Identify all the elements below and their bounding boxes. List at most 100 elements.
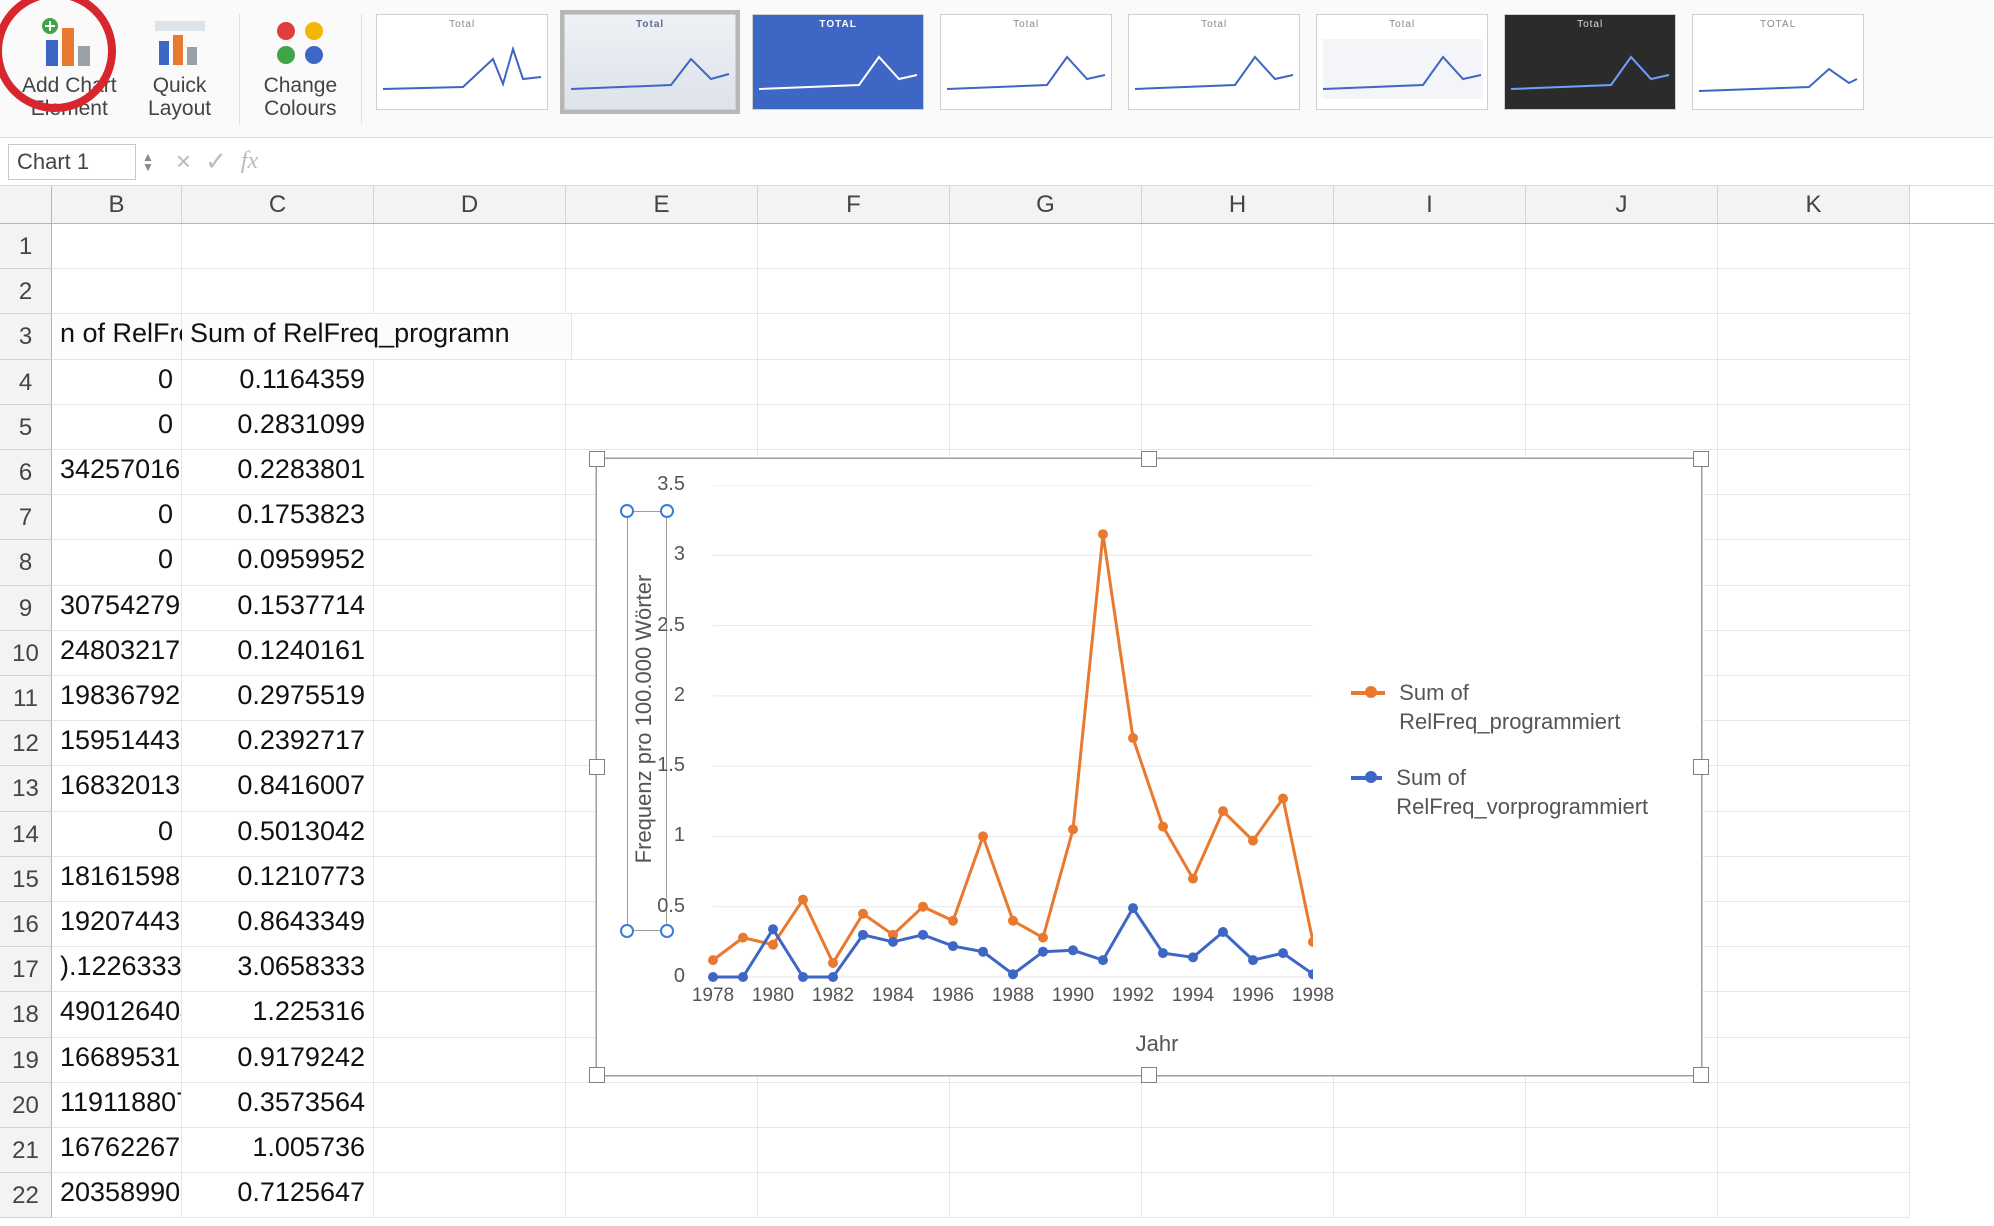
quick-layout-button[interactable]: Quick Layout — [135, 10, 225, 130]
cell[interactable]: 159514438 — [52, 721, 182, 766]
cell[interactable] — [1334, 1173, 1526, 1218]
cell[interactable]: 248032175 — [52, 631, 182, 676]
cell[interactable]: 192074433 — [52, 902, 182, 947]
resize-handle[interactable] — [1141, 451, 1157, 467]
cell[interactable]: 490126404 — [52, 992, 182, 1037]
column-header[interactable]: K — [1718, 186, 1910, 223]
plot-area[interactable]: 00.511.522.533.5197819801982198419861988… — [693, 485, 1313, 977]
chart-style-8[interactable]: TOTAL — [1692, 14, 1864, 110]
cell[interactable] — [374, 676, 566, 721]
cell[interactable]: 198367928 — [52, 676, 182, 721]
cell[interactable]: 0 — [52, 812, 182, 857]
cell[interactable] — [1334, 314, 1526, 359]
cell[interactable] — [566, 405, 758, 450]
cell[interactable] — [1718, 495, 1910, 540]
cell[interactable] — [1718, 812, 1910, 857]
cell[interactable] — [1142, 1173, 1334, 1218]
cell[interactable] — [1334, 224, 1526, 269]
cell[interactable]: 0.0959952 — [182, 540, 374, 585]
chart-style-7[interactable]: Total — [1504, 14, 1676, 110]
cell[interactable] — [1718, 766, 1910, 811]
cell[interactable]: 0.7125647 — [182, 1173, 374, 1218]
cell[interactable] — [950, 360, 1142, 405]
row-header[interactable]: 4 — [0, 360, 52, 405]
cell[interactable] — [1718, 721, 1910, 766]
cell[interactable] — [1718, 676, 1910, 721]
chart-style-4[interactable]: Total — [940, 14, 1112, 110]
embedded-chart[interactable]: Frequenz pro 100.000 Wörter 00.511.522.5… — [596, 458, 1702, 1076]
column-header[interactable]: C — [182, 186, 374, 223]
row-header[interactable]: 15 — [0, 857, 52, 902]
cell[interactable]: 0.9179242 — [182, 1038, 374, 1083]
cell[interactable] — [758, 360, 950, 405]
cell[interactable] — [374, 495, 566, 540]
formula-input[interactable] — [272, 149, 1772, 175]
cell[interactable] — [1718, 360, 1910, 405]
cell[interactable] — [374, 631, 566, 676]
cell[interactable] — [374, 224, 566, 269]
row-header[interactable]: 21 — [0, 1128, 52, 1173]
cell[interactable] — [1718, 857, 1910, 902]
column-header[interactable]: G — [950, 186, 1142, 223]
change-colours-button[interactable]: Change Colours — [254, 10, 348, 130]
cell[interactable] — [758, 405, 950, 450]
chart-style-5[interactable]: Total — [1128, 14, 1300, 110]
cell[interactable] — [374, 405, 566, 450]
chart-legend[interactable]: Sum of RelFreq_programmiert Sum of RelFr… — [1351, 679, 1681, 849]
cell[interactable] — [1526, 1128, 1718, 1173]
cell[interactable] — [1526, 1083, 1718, 1128]
column-header[interactable]: J — [1526, 186, 1718, 223]
row-header[interactable]: 6 — [0, 450, 52, 495]
cell[interactable] — [1718, 540, 1910, 585]
cell[interactable]: 0.1240161 — [182, 631, 374, 676]
cell[interactable] — [566, 1128, 758, 1173]
cell[interactable] — [1718, 902, 1910, 947]
add-chart-element-button[interactable]: Add Chart Element — [12, 10, 127, 130]
chart-style-1[interactable]: Total — [376, 14, 548, 110]
row-header[interactable]: 16 — [0, 902, 52, 947]
resize-handle[interactable] — [589, 759, 605, 775]
row-header[interactable]: 9 — [0, 586, 52, 631]
cell[interactable] — [374, 1173, 566, 1218]
chart-style-3[interactable]: TOTAL — [752, 14, 924, 110]
cell[interactable]: 0.8416007 — [182, 766, 374, 811]
row-header[interactable]: 12 — [0, 721, 52, 766]
chart-style-2[interactable]: Total — [564, 14, 736, 110]
cell[interactable] — [374, 450, 566, 495]
row-header[interactable]: 14 — [0, 812, 52, 857]
cell[interactable]: 119118807 — [52, 1083, 182, 1128]
column-header[interactable]: E — [566, 186, 758, 223]
cell[interactable] — [1718, 1173, 1910, 1218]
cell[interactable]: 166895313 — [52, 1038, 182, 1083]
row-header[interactable]: 13 — [0, 766, 52, 811]
cell[interactable] — [52, 269, 182, 314]
cell[interactable] — [1526, 405, 1718, 450]
cell[interactable] — [1142, 314, 1334, 359]
cell[interactable] — [1526, 314, 1718, 359]
cell[interactable] — [1142, 269, 1334, 314]
cell[interactable] — [950, 224, 1142, 269]
cell[interactable]: 0.1210773 — [182, 857, 374, 902]
cell[interactable]: ).12263333 — [52, 947, 182, 992]
row-header[interactable]: 5 — [0, 405, 52, 450]
cell[interactable] — [950, 1173, 1142, 1218]
cell[interactable] — [1334, 360, 1526, 405]
cell[interactable]: 307542795 — [52, 586, 182, 631]
cell[interactable] — [1718, 586, 1910, 631]
cell[interactable] — [950, 405, 1142, 450]
cell[interactable] — [374, 1083, 566, 1128]
resize-handle[interactable] — [1693, 451, 1709, 467]
cell[interactable] — [1718, 1083, 1910, 1128]
cell[interactable]: 0.2975519 — [182, 676, 374, 721]
row-header[interactable]: 2 — [0, 269, 52, 314]
row-header[interactable]: 8 — [0, 540, 52, 585]
cell[interactable]: 0.1537714 — [182, 586, 374, 631]
cell[interactable] — [950, 1083, 1142, 1128]
cell[interactable]: 0.2283801 — [182, 450, 374, 495]
cell[interactable] — [1718, 450, 1910, 495]
cell[interactable]: 0.1753823 — [182, 495, 374, 540]
cell[interactable]: 342570167 — [52, 450, 182, 495]
column-header[interactable]: I — [1334, 186, 1526, 223]
cell[interactable] — [1718, 1128, 1910, 1173]
cell[interactable] — [1718, 631, 1910, 676]
